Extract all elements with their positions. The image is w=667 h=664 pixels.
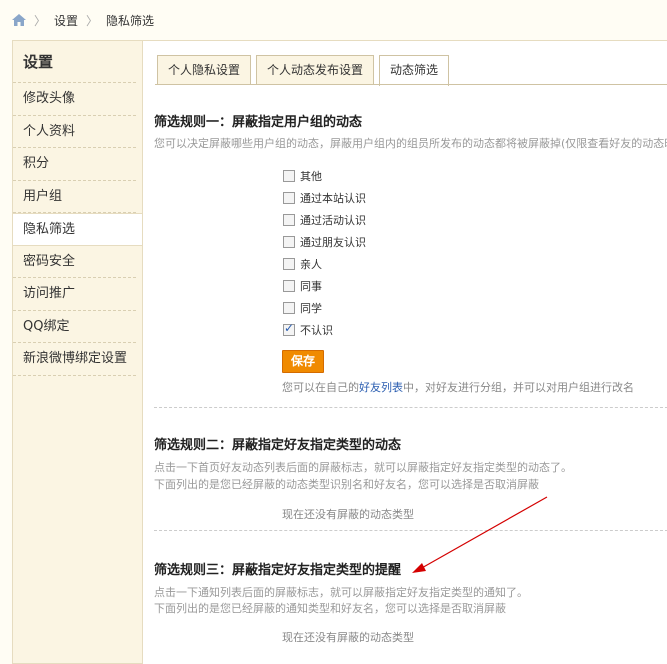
checkbox-label: 亲人 <box>300 258 322 271</box>
rule1-title: 筛选规则一：屏蔽指定用户组的动态 <box>154 115 363 130</box>
sidebar-item-qq-binding[interactable]: QQ绑定 <box>13 311 136 343</box>
checkbox[interactable] <box>283 302 295 314</box>
checkbox-label: 同学 <box>300 302 322 315</box>
checkbox[interactable] <box>283 236 295 248</box>
friend-list-link[interactable]: 好友列表 <box>359 381 403 394</box>
rule2-description-line2: 下面列出的是您已经屏蔽的动态类型识别名和好友名，您可以选择是否取消屏蔽 <box>154 478 539 491</box>
tab-divider <box>155 84 667 85</box>
rule3-empty-message: 现在还没有屏蔽的动态类型 <box>282 631 414 644</box>
rule1-note: 您可以在自己的好友列表中，对好友进行分组，并可以对用户组进行改名 <box>282 379 634 395</box>
chevron-right-icon: 〉 <box>86 13 99 28</box>
tab-personal-privacy[interactable]: 个人隐私设置 <box>157 55 252 85</box>
checkbox-row: 通过朋友认识 <box>283 231 366 253</box>
rule3-description-line2: 下面列出的是您已经屏蔽的通知类型和好友名，您可以选择是否取消屏蔽 <box>154 602 506 615</box>
rule3-description-line1: 点击一下通知列表后面的屏蔽标志，就可以屏蔽指定好友指定类型的通知了。 <box>154 586 528 599</box>
breadcrumb-item-settings[interactable]: 设置 <box>54 12 78 29</box>
rule3-title: 筛选规则三：屏蔽指定好友指定类型的提醒 <box>154 563 402 578</box>
chevron-right-icon: 〉 <box>34 13 47 28</box>
checkbox-label: 通过本站认识 <box>300 192 366 205</box>
checkbox-row: 同学 <box>283 297 366 319</box>
home-icon[interactable] <box>12 14 26 26</box>
section-divider <box>154 530 667 531</box>
checkbox-row: 不认识 <box>283 319 366 341</box>
sidebar-item-profile[interactable]: 个人资料 <box>13 116 136 148</box>
sidebar-item-privacy-filter[interactable]: 隐私筛选 <box>13 213 143 246</box>
sidebar-title: 设置 <box>13 41 136 83</box>
sidebar-item-weibo-binding[interactable]: 新浪微博绑定设置 <box>13 343 136 376</box>
checkbox[interactable] <box>283 214 295 226</box>
checkbox-row: 其他 <box>283 165 366 187</box>
sidebar-item-credits[interactable]: 积分 <box>13 148 136 181</box>
checkbox[interactable] <box>283 258 295 270</box>
note-suffix: 中，对好友进行分组，并可以对用户组进行改名 <box>403 381 634 394</box>
checkbox-row: 通过活动认识 <box>283 209 366 231</box>
breadcrumb-item-privacy: 隐私筛选 <box>106 13 155 28</box>
rule2-title: 筛选规则二：屏蔽指定好友指定类型的动态 <box>154 438 402 453</box>
main-panel: 个人隐私设置 个人动态发布设置 动态筛选 筛选规则一：屏蔽指定用户组的动态 您可… <box>142 40 667 664</box>
note-prefix: 您可以在自己的 <box>282 381 359 394</box>
tab-feed-publish[interactable]: 个人动态发布设置 <box>256 55 375 85</box>
checkbox[interactable] <box>283 170 295 182</box>
rule2-description-line1: 点击一下首页好友动态列表后面的屏蔽标志，就可以屏蔽指定好友指定类型的动态了。 <box>154 461 572 474</box>
sidebar-item-promotion[interactable]: 访问推广 <box>13 278 136 311</box>
sidebar-item-password-security[interactable]: 密码安全 <box>13 246 136 278</box>
sidebar-item-avatar[interactable]: 修改头像 <box>13 83 136 116</box>
section-divider <box>154 407 667 408</box>
settings-sidebar: 设置 修改头像 个人资料 积分 用户组 隐私筛选 密码安全 访问推广 QQ绑定 … <box>12 40 143 664</box>
checkbox-row: 同事 <box>283 275 366 297</box>
checkbox[interactable] <box>283 280 295 292</box>
checkbox-checked[interactable] <box>283 321 295 336</box>
breadcrumb: 〉 设置 〉 隐私筛选 <box>0 0 667 40</box>
checkbox-label: 通过朋友认识 <box>300 236 366 249</box>
checkbox-label: 同事 <box>300 280 322 293</box>
checkbox[interactable] <box>283 192 295 204</box>
sidebar-item-usergroup[interactable]: 用户组 <box>13 181 136 213</box>
checkbox-row: 通过本站认识 <box>283 187 366 209</box>
rule2-empty-message: 现在还没有屏蔽的动态类型 <box>282 508 414 521</box>
usergroup-checkbox-list: 其他 通过本站认识 通过活动认识 通过朋友认识 亲人 同事 同学 不认识 <box>283 165 366 341</box>
tab-bar: 个人隐私设置 个人动态发布设置 动态筛选 <box>157 55 454 86</box>
checkbox-label: 通过活动认识 <box>300 214 366 227</box>
rule1-description: 您可以决定屏蔽哪些用户组的动态，屏蔽用户组内的组员所发布的动态都将被屏蔽掉(仅限… <box>154 137 667 150</box>
checkbox-row: 亲人 <box>283 253 366 275</box>
checkbox-label: 其他 <box>300 170 322 183</box>
tab-feed-filter[interactable]: 动态筛选 <box>379 55 450 86</box>
checkbox-label: 不认识 <box>300 324 333 337</box>
save-button[interactable]: 保存 <box>282 350 324 373</box>
